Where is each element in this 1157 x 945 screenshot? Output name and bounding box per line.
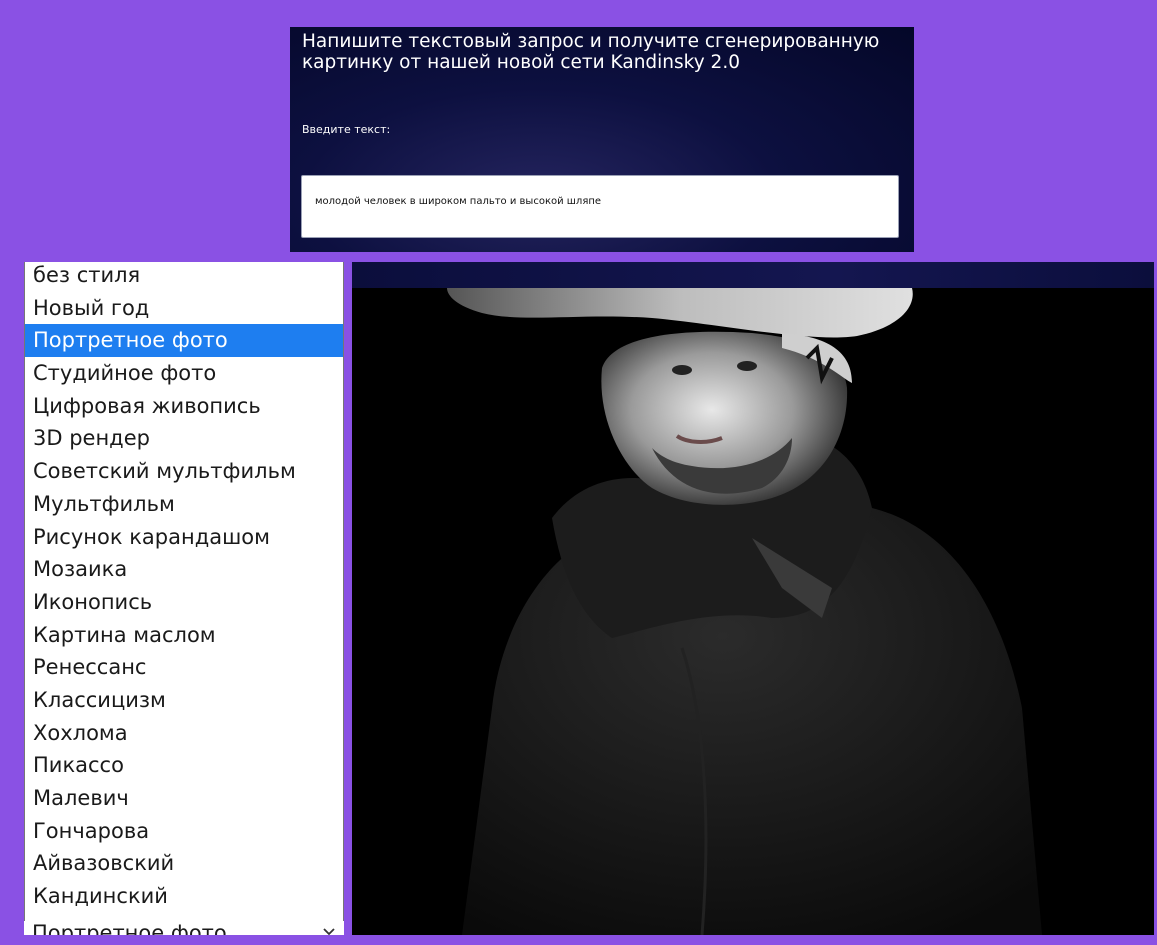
style-option[interactable]: Рисунок карандашом bbox=[25, 521, 343, 554]
style-option[interactable]: 3D рендер bbox=[25, 422, 343, 455]
style-option[interactable]: Иконопись bbox=[25, 586, 343, 619]
style-option[interactable]: Новый год bbox=[25, 292, 343, 325]
style-option[interactable]: без стиля bbox=[25, 262, 343, 292]
style-option[interactable]: Айвазовский bbox=[25, 847, 343, 880]
style-option[interactable]: Классицизм bbox=[25, 684, 343, 717]
style-option[interactable]: Пикассо bbox=[25, 749, 343, 782]
style-option[interactable]: Картина маслом bbox=[25, 619, 343, 652]
style-option[interactable]: Гончарова bbox=[25, 815, 343, 848]
style-option[interactable]: Мультфильм bbox=[25, 488, 343, 521]
style-option[interactable]: Портретное фото bbox=[25, 324, 343, 358]
prompt-title: Напишите текстовый запрос и получите сге… bbox=[302, 31, 880, 73]
prompt-panel: Напишите текстовый запрос и получите сге… bbox=[290, 27, 914, 252]
style-option[interactable]: Хохлома bbox=[25, 717, 343, 750]
image-top-bar bbox=[352, 262, 1154, 288]
prompt-input-label: Введите текст: bbox=[302, 123, 391, 136]
style-select[interactable]: Портретное фото bbox=[24, 921, 344, 935]
style-option[interactable]: Цифровая живопись bbox=[25, 390, 343, 423]
style-option[interactable]: Советский мультфильм bbox=[25, 455, 343, 488]
generated-image-panel bbox=[352, 262, 1154, 935]
style-select-panel: без стиля Новый год Портретное фото Студийн… bbox=[24, 262, 344, 935]
style-option[interactable]: Студийное фото bbox=[25, 357, 343, 390]
generated-portrait-image bbox=[352, 288, 1154, 935]
prompt-text-input[interactable]: молодой человек в широком пальто и высок… bbox=[301, 175, 899, 238]
chevron-down-icon bbox=[323, 928, 335, 935]
style-option[interactable]: Ренессанс bbox=[25, 651, 343, 684]
style-option[interactable]: Мозаика bbox=[25, 553, 343, 586]
style-listbox[interactable]: без стиля Новый год Портретное фото Студийн… bbox=[24, 262, 344, 923]
style-option[interactable]: Малевич bbox=[25, 782, 343, 815]
style-select-value: Портретное фото bbox=[32, 921, 227, 935]
style-option[interactable]: Кандинский bbox=[25, 880, 343, 913]
page-background-strip bbox=[24, 935, 344, 945]
